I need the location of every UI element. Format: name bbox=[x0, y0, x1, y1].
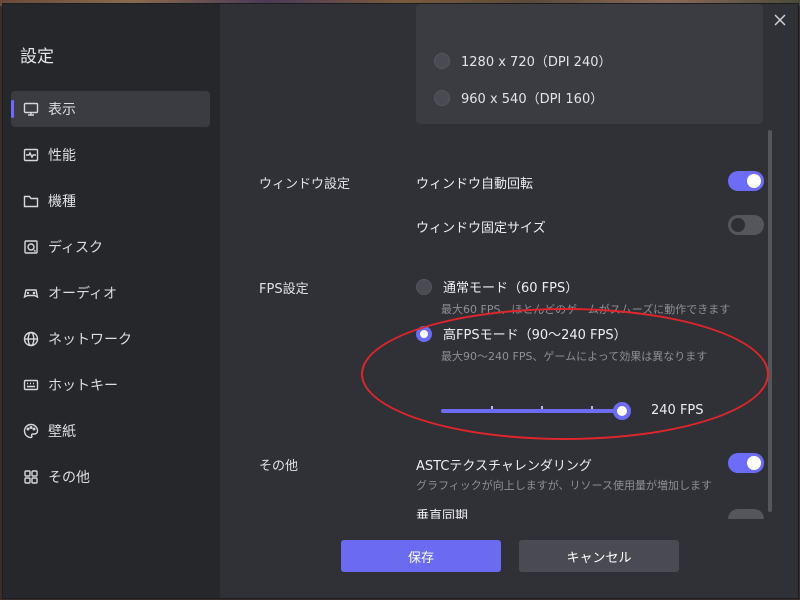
section-label-window: ウィンドウ設定 bbox=[259, 177, 351, 192]
sidebar-item-label: 性能 bbox=[48, 148, 76, 164]
sidebar-title: 設定 bbox=[20, 47, 54, 67]
fps-normal-option[interactable]: 通常モード（60 FPS） bbox=[416, 277, 578, 296]
sidebar-item-network[interactable]: ネットワーク bbox=[11, 321, 210, 357]
fps-high-option[interactable]: 高FPSモード（90～240 FPS） bbox=[416, 324, 627, 343]
settings-content[interactable]: 1280 x 720（DPI 240） 960 x 540（DPI 160） ウ… bbox=[220, 4, 798, 519]
auto-rotate-toggle[interactable] bbox=[728, 171, 764, 191]
radio-button[interactable] bbox=[434, 52, 450, 69]
fps-normal-desc: 最大60 FPS、ほとんどのゲームがスムーズに動作できます bbox=[441, 303, 731, 316]
option-label: 1280 x 720（DPI 240） bbox=[461, 55, 612, 70]
sidebar-item-label: 壁紙 bbox=[48, 424, 76, 440]
globe-icon bbox=[23, 331, 39, 347]
auto-rotate-label: ウィンドウ自動回転 bbox=[416, 177, 534, 192]
sidebar-item-label: ネットワーク bbox=[48, 332, 132, 348]
slider-thumb[interactable] bbox=[613, 402, 631, 420]
palette-icon bbox=[23, 423, 39, 439]
sidebar-item-disk[interactable]: ディスク bbox=[11, 229, 210, 265]
vsync-label: 垂直同期 bbox=[416, 509, 469, 519]
gamepad-icon bbox=[23, 285, 39, 301]
fps-slider[interactable] bbox=[441, 401, 631, 421]
sidebar-item-model[interactable]: 機種 bbox=[11, 183, 210, 219]
disk-icon bbox=[23, 239, 39, 255]
toggle-knob bbox=[747, 174, 761, 188]
dialog-footer: 保存 キャンセル bbox=[220, 519, 798, 598]
cancel-button[interactable]: キャンセル bbox=[519, 540, 679, 572]
sidebar-item-label: ホットキー bbox=[48, 378, 118, 394]
resolution-option-960[interactable]: 960 x 540（DPI 160） bbox=[434, 88, 603, 107]
astc-toggle[interactable] bbox=[728, 453, 764, 473]
pulse-icon bbox=[23, 147, 39, 163]
section-label-other: その他 bbox=[259, 459, 299, 474]
option-label: 高FPSモード（90～240 FPS） bbox=[443, 328, 627, 343]
sidebar-item-other[interactable]: その他 bbox=[11, 459, 210, 495]
sidebar-item-label: 表示 bbox=[48, 102, 76, 118]
astc-desc: グラフィックが向上しますが、リソース使用量が増加します bbox=[416, 479, 713, 492]
radio-button[interactable] bbox=[416, 278, 432, 295]
save-button[interactable]: 保存 bbox=[341, 540, 501, 572]
radio-button[interactable] bbox=[434, 89, 450, 106]
grid-icon bbox=[23, 469, 39, 485]
sidebar-item-wallpaper[interactable]: 壁紙 bbox=[11, 413, 210, 449]
option-label: 通常モード（60 FPS） bbox=[443, 281, 579, 296]
vsync-toggle[interactable] bbox=[728, 509, 764, 519]
resolution-options-box: 1280 x 720（DPI 240） 960 x 540（DPI 160） bbox=[416, 4, 763, 124]
slider-tick bbox=[591, 406, 593, 409]
toggle-knob bbox=[731, 218, 745, 232]
sidebar-item-label: ディスク bbox=[48, 240, 104, 256]
fps-slider-value: 240 FPS bbox=[651, 403, 704, 418]
scrollbar-thumb[interactable] bbox=[768, 130, 772, 512]
sidebar-item-label: オーディオ bbox=[48, 286, 118, 302]
slider-tick bbox=[541, 406, 543, 409]
resolution-option-1280[interactable]: 1280 x 720（DPI 240） bbox=[434, 51, 611, 70]
sidebar-item-performance[interactable]: 性能 bbox=[11, 137, 210, 173]
radio-button-selected[interactable] bbox=[416, 325, 432, 342]
sidebar-item-label: 機種 bbox=[48, 194, 76, 210]
sidebar: 設定 表示 性能 機種 ディスク オーディオ ネットワーク ホットキー 壁紙 そ… bbox=[3, 4, 220, 598]
sidebar-item-hotkey[interactable]: ホットキー bbox=[11, 367, 210, 403]
slider-tick bbox=[491, 406, 493, 409]
slider-track bbox=[441, 409, 631, 413]
settings-window: 設定 表示 性能 機種 ディスク オーディオ ネットワーク ホットキー 壁紙 そ… bbox=[2, 3, 799, 599]
astc-label: ASTCテクスチャレンダリング bbox=[416, 459, 592, 474]
fixed-size-toggle[interactable] bbox=[728, 215, 764, 235]
toggle-knob bbox=[747, 456, 761, 470]
monitor-icon bbox=[23, 101, 39, 117]
sidebar-item-display[interactable]: 表示 bbox=[11, 91, 210, 127]
section-label-fps: FPS設定 bbox=[259, 282, 309, 297]
sidebar-item-label: その他 bbox=[48, 470, 90, 486]
keyboard-icon bbox=[23, 377, 39, 393]
fixed-size-label: ウィンドウ固定サイズ bbox=[416, 221, 546, 236]
folder-icon bbox=[23, 193, 39, 209]
fps-high-desc: 最大90～240 FPS、ゲームによって効果は異なります bbox=[441, 350, 708, 363]
sidebar-item-audio[interactable]: オーディオ bbox=[11, 275, 210, 311]
sidebar-nav: 表示 性能 機種 ディスク オーディオ ネットワーク ホットキー 壁紙 その他 bbox=[11, 91, 210, 505]
option-label: 960 x 540（DPI 160） bbox=[461, 92, 604, 107]
